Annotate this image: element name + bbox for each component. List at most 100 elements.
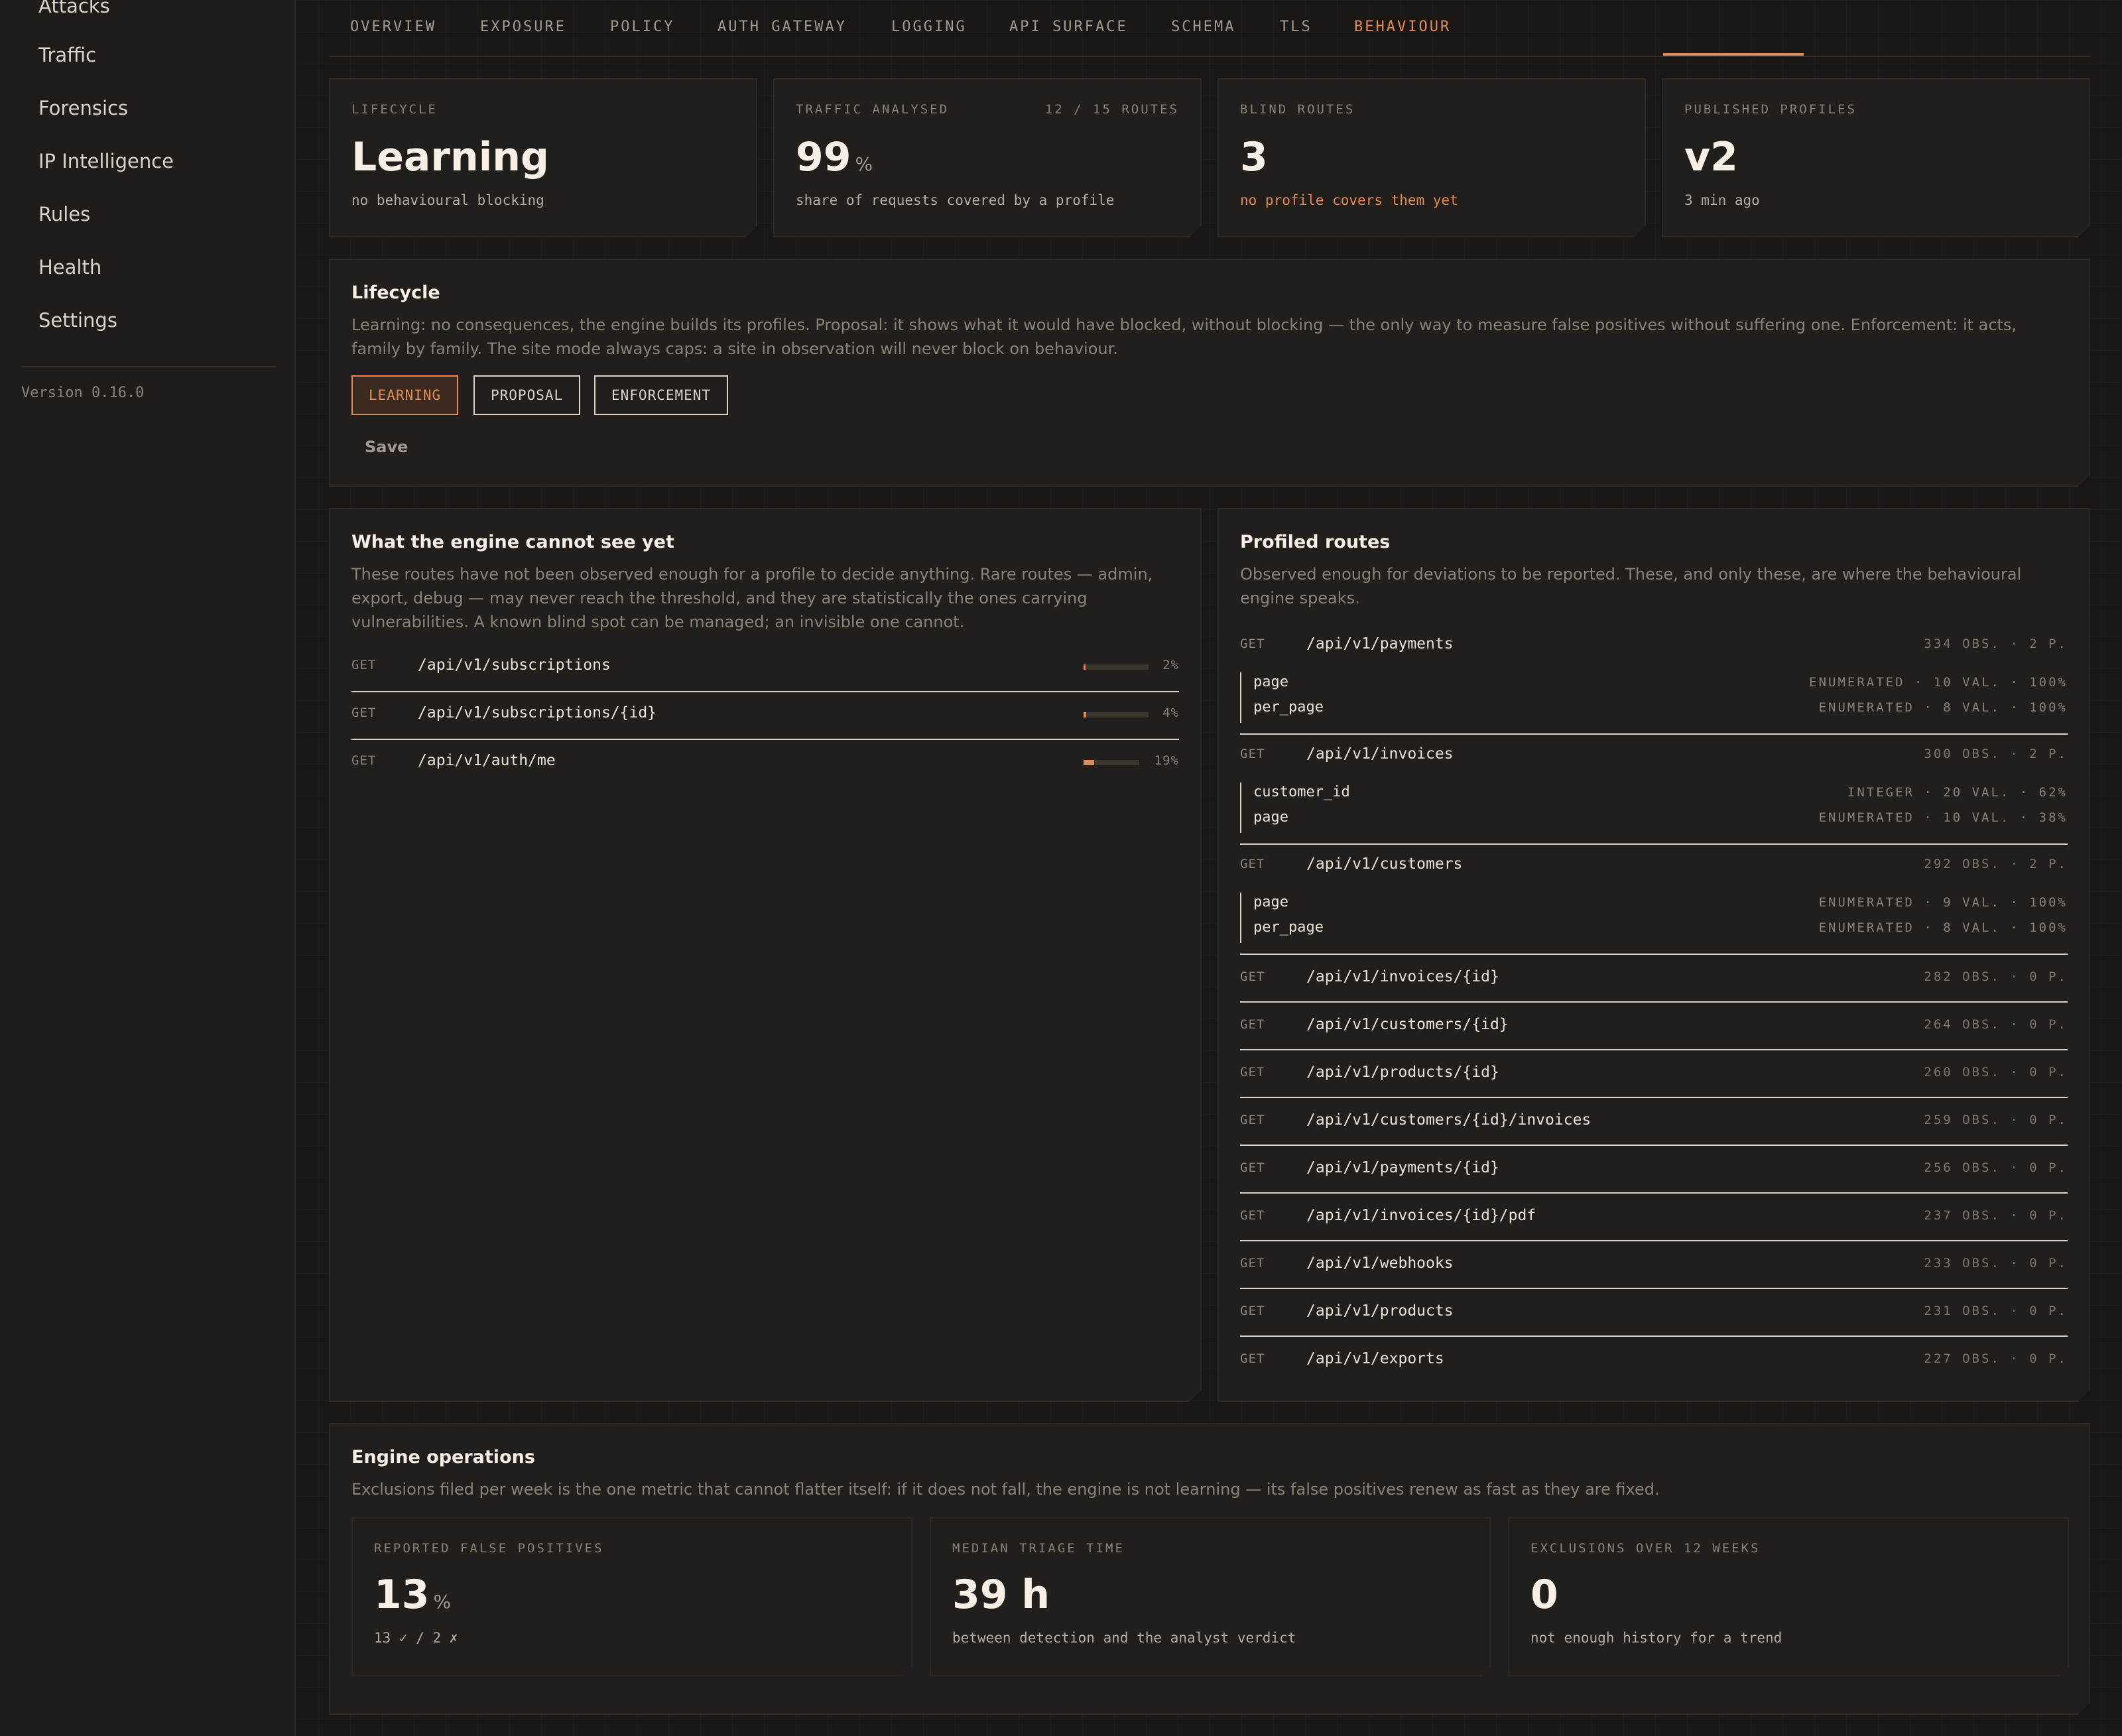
coverage-bar <box>1084 760 1139 765</box>
sidebar-item-settings[interactable]: Settings <box>38 309 117 332</box>
sidebar-item-health[interactable]: Health <box>38 256 101 279</box>
tab-behaviour[interactable]: BEHAVIOUR <box>1354 19 1451 35</box>
tab-tls[interactable]: TLS <box>1280 19 1312 35</box>
profiled-route-row[interactable]: GET /api/v1/exports 227 OBS. · 0 P. <box>1240 1337 2068 1385</box>
profiled-routes-panel: Profiled routes Observed enough for devi… <box>1217 508 2090 1402</box>
route-observations: 300 OBS. · 2 P. <box>1924 747 2068 761</box>
route-path: /api/v1/payments/{id} <box>1306 1159 1499 1176</box>
param-meta: ENUMERATED · 10 VAL. · 38% <box>1818 810 2068 825</box>
stat-sub: share of requests covered by a profile <box>796 192 1115 208</box>
panel-description-line: Learning: no consequences, the engine bu… <box>351 316 2017 334</box>
http-method: GET <box>1240 747 1265 761</box>
param-name: customer_id <box>1253 784 1350 800</box>
coverage-percent: 2% <box>1162 658 1179 672</box>
stat-routes-count: 12 / 15 ROUTES <box>1044 102 1179 117</box>
route-observations: 231 OBS. · 0 P. <box>1924 1304 2068 1318</box>
route-observations: 260 OBS. · 0 P. <box>1924 1065 2068 1080</box>
param-meta: ENUMERATED · 8 VAL. · 100% <box>1818 700 2068 715</box>
param-name: per_page <box>1253 919 1324 936</box>
param-meta: ENUMERATED · 10 VAL. · 100% <box>1809 675 2068 690</box>
route-observations: 227 OBS. · 0 P. <box>1924 1351 2068 1366</box>
sidebar-item-traffic[interactable]: Traffic <box>38 44 96 66</box>
tab-schema[interactable]: SCHEMA <box>1171 19 1235 35</box>
tab-api-surface[interactable]: API SURFACE <box>1009 19 1128 35</box>
stat-value: 99% <box>796 134 873 180</box>
route-path: /api/v1/products <box>1306 1302 1454 1320</box>
http-method: GET <box>1240 857 1265 871</box>
stat-label: PUBLISHED PROFILES <box>1684 102 1857 117</box>
route-observations: 292 OBS. · 2 P. <box>1924 857 2068 871</box>
tab-policy[interactable]: POLICY <box>610 19 674 35</box>
sidebar-item-attacks[interactable]: Attacks <box>38 0 110 17</box>
panel-description: Exclusions filed per week is the one met… <box>351 1480 1660 1499</box>
route-path: /api/v1/payments <box>1306 635 1454 652</box>
profiled-route-row[interactable]: GET /api/v1/payments/{id} 256 OBS. · 0 P… <box>1240 1146 2068 1194</box>
metric-unit: % <box>433 1591 452 1613</box>
profiled-route-row[interactable]: GET /api/v1/invoices 300 OBS. · 2 P. cus… <box>1240 735 2068 845</box>
stat-sub: no behavioural blocking <box>351 192 544 208</box>
metric-sub: 13 ✓ / 2 ✗ <box>374 1630 458 1646</box>
sidebar: Attacks Traffic Forensics IP Intelligenc… <box>0 0 296 1736</box>
blind-route-row[interactable]: GET /api/v1/subscriptions/{id} 4% <box>351 692 1179 740</box>
http-method: GET <box>1240 1113 1265 1127</box>
mode-learning-button[interactable]: LEARNING <box>351 375 458 415</box>
route-path: /api/v1/customers <box>1306 855 1463 873</box>
param-meta: ENUMERATED · 8 VAL. · 100% <box>1818 920 2068 935</box>
route-path: /api/v1/exports <box>1306 1350 1444 1367</box>
stat-value: Learning <box>351 134 549 180</box>
sidebar-item-rules[interactable]: Rules <box>38 203 90 225</box>
route-path: /api/v1/webhooks <box>1306 1255 1454 1272</box>
panel-title: Lifecycle <box>351 282 440 303</box>
mode-enforcement-button[interactable]: ENFORCEMENT <box>594 375 728 415</box>
http-method: GET <box>1240 1065 1265 1080</box>
route-path: /api/v1/products/{id} <box>1306 1064 1499 1081</box>
tab-exposure[interactable]: EXPOSURE <box>480 19 566 35</box>
profiled-route-row[interactable]: GET /api/v1/customers/{id}/invoices 259 … <box>1240 1098 2068 1146</box>
blind-route-row[interactable]: GET /api/v1/subscriptions 2% <box>351 645 1179 692</box>
tab-overview[interactable]: OVERVIEW <box>350 19 436 35</box>
param-name: page <box>1253 674 1288 690</box>
panel-title: Profiled routes <box>1240 532 1391 552</box>
stat-value: v2 <box>1684 134 1738 180</box>
http-method: GET <box>1240 1208 1265 1223</box>
param-name: page <box>1253 809 1288 826</box>
panel-title: What the engine cannot see yet <box>351 532 674 552</box>
metric-label: MEDIAN TRIAGE TIME <box>952 1541 1125 1556</box>
lifecycle-panel: Lifecycle Learning: no consequences, the… <box>329 259 2090 487</box>
sidebar-divider <box>21 366 276 367</box>
http-method: GET <box>351 706 377 720</box>
param-meta: INTEGER · 20 VAL. · 62% <box>1847 785 2068 800</box>
route-observations: 237 OBS. · 0 P. <box>1924 1208 2068 1223</box>
route-observations: 264 OBS. · 0 P. <box>1924 1017 2068 1032</box>
route-path: /api/v1/customers/{id} <box>1306 1016 1509 1033</box>
sidebar-item-ip-intelligence[interactable]: IP Intelligence <box>38 150 174 172</box>
profiled-route-row[interactable]: GET /api/v1/invoices/{id} 282 OBS. · 0 P… <box>1240 955 2068 1003</box>
blind-route-row[interactable]: GET /api/v1/auth/me 19% <box>351 740 1179 788</box>
route-observations: 233 OBS. · 0 P. <box>1924 1256 2068 1271</box>
profiled-route-row[interactable]: GET /api/v1/webhooks 233 OBS. · 0 P. <box>1240 1241 2068 1289</box>
tab-auth-gateway[interactable]: AUTH GATEWAY <box>718 19 847 35</box>
version-label: Version 0.16.0 <box>21 385 145 401</box>
tab-logging[interactable]: LOGGING <box>891 19 967 35</box>
http-method: GET <box>1240 1351 1265 1366</box>
metric-number: 13 <box>374 1572 430 1618</box>
mode-proposal-button[interactable]: PROPOSAL <box>473 375 580 415</box>
metric-card-false-positives: REPORTED FALSE POSITIVES 13% 13 ✓ / 2 ✗ <box>351 1517 912 1676</box>
panel-description-line: vulnerabilities. A known blind spot can … <box>351 613 965 631</box>
profiled-route-row[interactable]: GET /api/v1/invoices/{id}/pdf 237 OBS. ·… <box>1240 1194 2068 1241</box>
param-name: per_page <box>1253 699 1324 715</box>
panel-description-line: These routes have not been observed enou… <box>351 565 1153 584</box>
route-path: /api/v1/subscriptions/{id} <box>418 704 657 721</box>
profiled-route-row[interactable]: GET /api/v1/customers/{id} 264 OBS. · 0 … <box>1240 1003 2068 1050</box>
save-button[interactable]: Save <box>365 438 408 456</box>
profiled-route-row[interactable]: GET /api/v1/customers 292 OBS. · 2 P. pa… <box>1240 845 2068 955</box>
coverage-bar-fill <box>1084 760 1094 765</box>
route-observations: 256 OBS. · 0 P. <box>1924 1160 2068 1175</box>
profiled-route-row[interactable]: GET /api/v1/products/{id} 260 OBS. · 0 P… <box>1240 1050 2068 1098</box>
profiled-route-row[interactable]: GET /api/v1/products 231 OBS. · 0 P. <box>1240 1289 2068 1337</box>
stat-label: TRAFFIC ANALYSED <box>796 102 950 117</box>
stat-number: 99 <box>796 134 851 180</box>
coverage-bar <box>1084 664 1149 670</box>
sidebar-item-forensics[interactable]: Forensics <box>38 97 128 119</box>
profiled-route-row[interactable]: GET /api/v1/payments 334 OBS. · 2 P. pag… <box>1240 625 2068 735</box>
